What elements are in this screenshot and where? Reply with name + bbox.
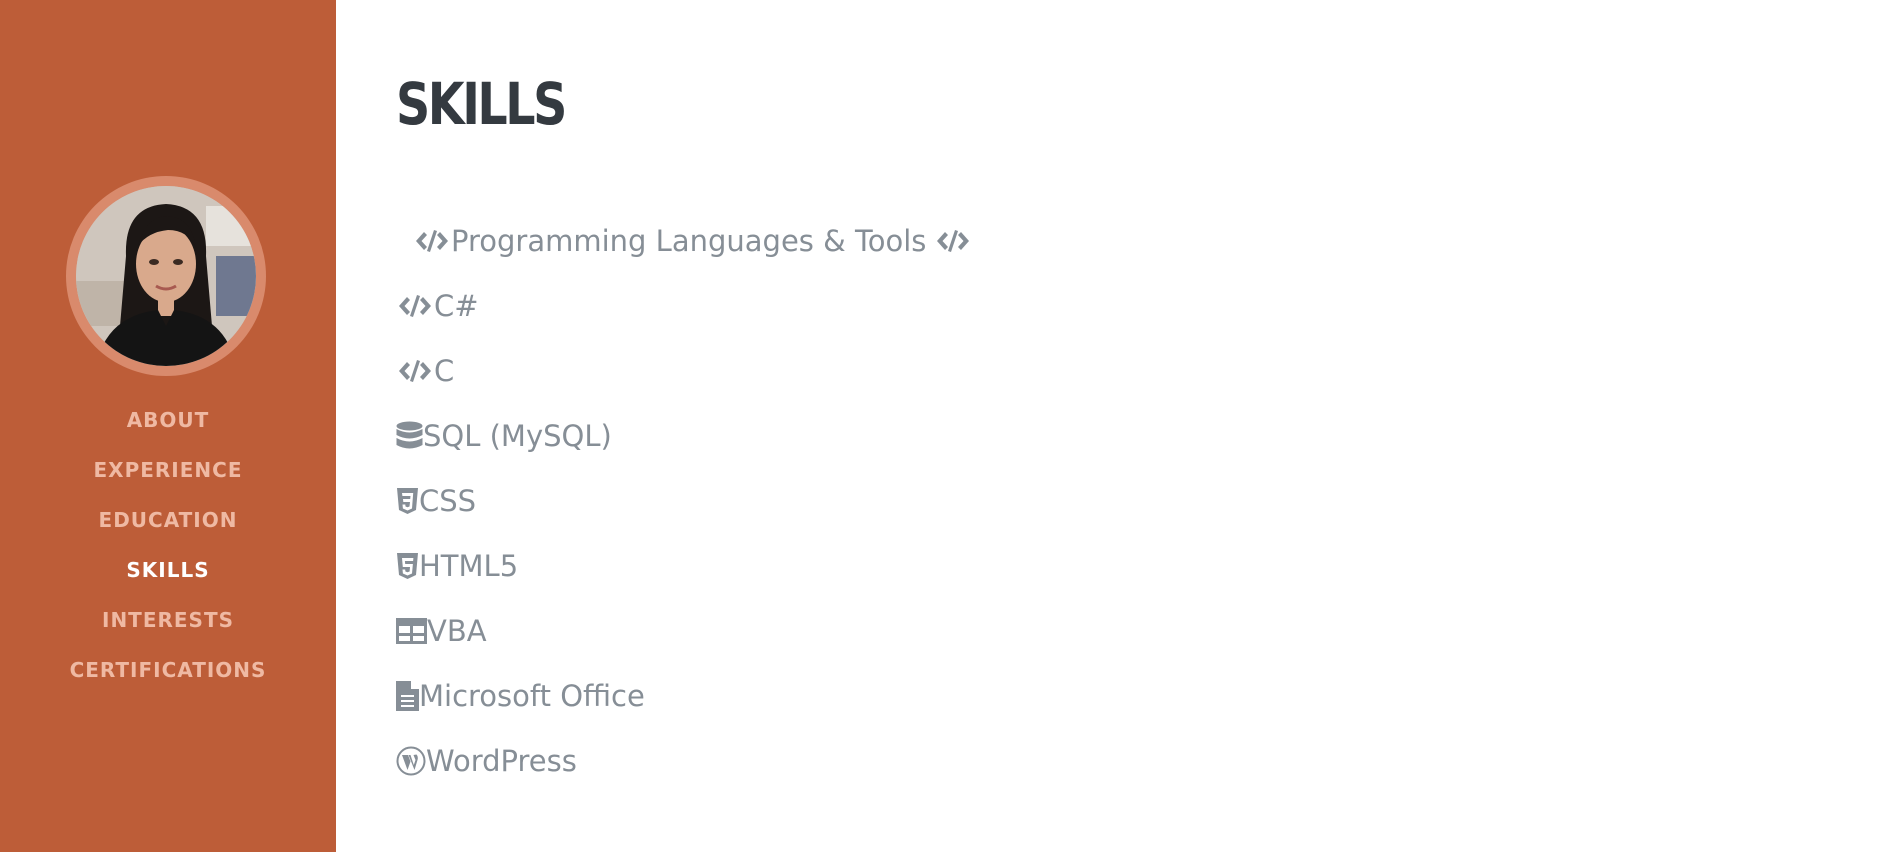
skill-label: Microsoft Office (419, 678, 645, 713)
skill-label: HTML5 (419, 548, 519, 583)
main-content: SKILLS Programming Languages & Tools C# … (396, 0, 1883, 852)
wordpress-icon (396, 746, 426, 776)
skill-item: Microsoft Office (396, 663, 1396, 728)
skill-label: C# (434, 288, 479, 323)
code-icon (934, 229, 972, 253)
database-icon (396, 421, 423, 451)
page-title: SKILLS (396, 70, 567, 138)
avatar-ring (66, 176, 266, 376)
skill-label: WordPress (426, 743, 577, 778)
skills-header-label: Programming Languages & Tools (451, 223, 927, 258)
table-icon (396, 617, 427, 644)
skill-item: WordPress (396, 728, 1396, 793)
skill-item: VBA (396, 598, 1396, 663)
skill-label: CSS (419, 483, 477, 518)
sidebar: ABOUT EXPERIENCE EDUCATION SKILLS INTERE… (0, 0, 336, 852)
skill-item: CSS (396, 468, 1396, 533)
skill-item: C (396, 338, 1396, 403)
code-icon (396, 294, 434, 318)
sidebar-nav: ABOUT EXPERIENCE EDUCATION SKILLS INTERE… (0, 405, 336, 705)
skill-label: SQL (MySQL) (423, 418, 612, 453)
nav-item-experience[interactable]: EXPERIENCE (0, 455, 336, 505)
skill-item: SQL (MySQL) (396, 403, 1396, 468)
nav-item-interests[interactable]: INTERESTS (0, 605, 336, 655)
code-icon (413, 229, 451, 253)
nav-item-skills[interactable]: SKILLS (0, 555, 336, 605)
nav-item-certifications[interactable]: CERTIFICATIONS (0, 655, 336, 705)
skills-header: Programming Languages & Tools (396, 208, 1396, 273)
skill-item: C# (396, 273, 1396, 338)
skills-list: Programming Languages & Tools C# C SQL (… (396, 208, 1396, 793)
skill-label: VBA (427, 613, 487, 648)
nav-item-about[interactable]: ABOUT (0, 405, 336, 455)
css3-icon (396, 487, 419, 515)
nav-item-education[interactable]: EDUCATION (0, 505, 336, 555)
document-icon (396, 680, 419, 711)
skill-label: C (434, 353, 455, 388)
avatar[interactable] (76, 186, 256, 366)
code-icon (396, 359, 434, 383)
html5-icon (396, 552, 419, 580)
avatar-photo (76, 186, 256, 366)
skill-item: HTML5 (396, 533, 1396, 598)
